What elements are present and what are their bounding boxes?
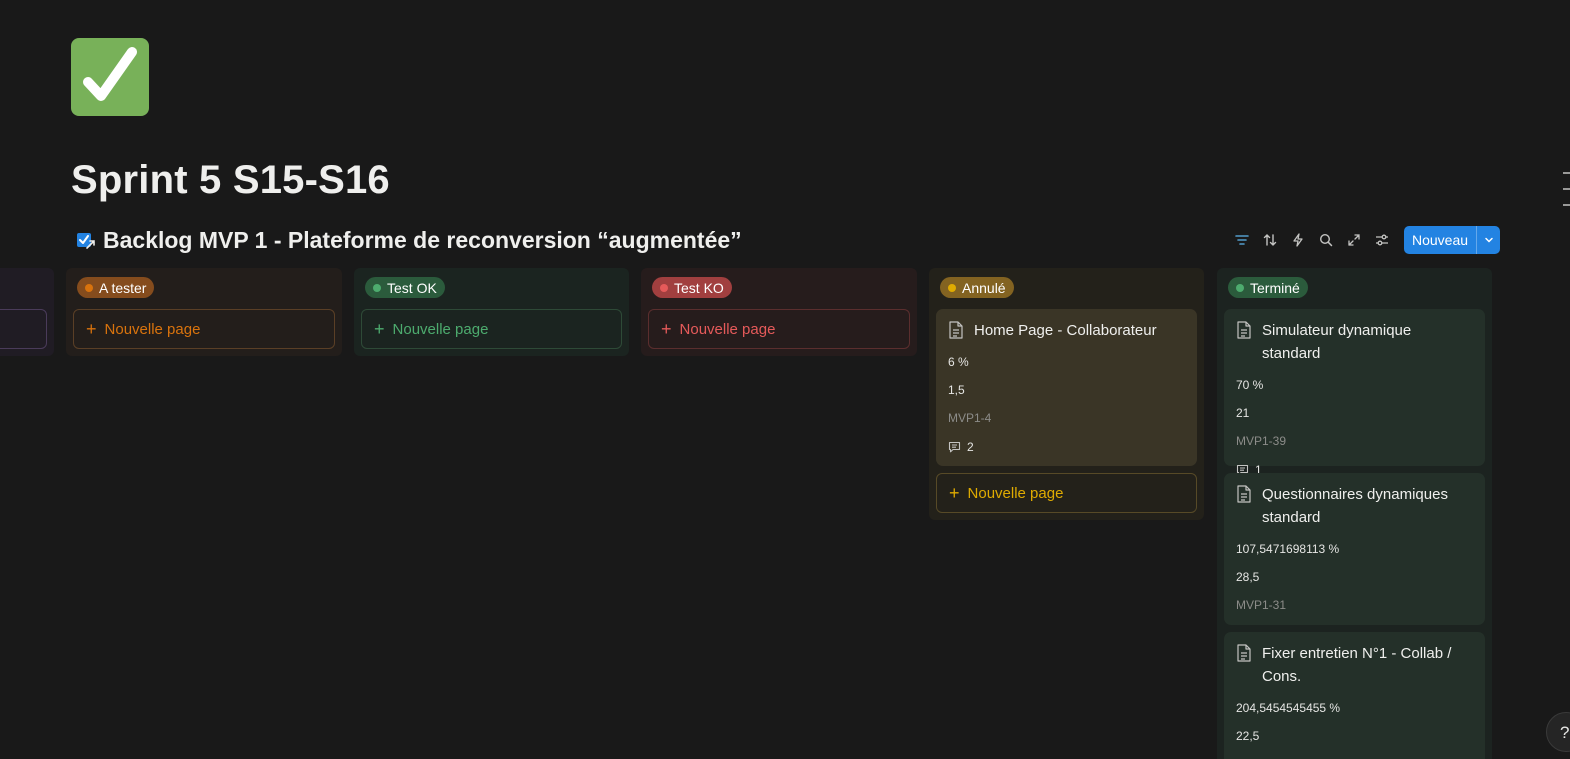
new-page-button[interactable]: + Nouvelle page bbox=[73, 309, 335, 349]
card-points: 21 bbox=[1236, 406, 1250, 420]
card-title: Fixer entretien N°1 - Collab / Cons. bbox=[1236, 642, 1473, 688]
help-button[interactable]: ? bbox=[1546, 712, 1570, 752]
card-title: Questionnaires dynamiques standard bbox=[1236, 483, 1473, 529]
document-icon bbox=[1237, 644, 1251, 662]
filter-icon[interactable] bbox=[1228, 226, 1256, 254]
linked-database-checkbox-icon bbox=[76, 230, 96, 250]
document-icon bbox=[1237, 321, 1251, 339]
new-page-label: Nouvelle page bbox=[967, 484, 1064, 502]
card-points: 1,5 bbox=[948, 383, 965, 397]
board-column-test-ok: Test OK + Nouvelle page bbox=[354, 268, 629, 356]
column-header: Terminé bbox=[1217, 268, 1492, 306]
status-dot bbox=[85, 283, 93, 292]
plus-icon: + bbox=[86, 319, 97, 339]
card-id: MVP1-4 bbox=[948, 411, 992, 425]
column-header: Test OK bbox=[354, 268, 629, 306]
check-mark-icon[interactable] bbox=[71, 38, 149, 116]
search-icon[interactable] bbox=[1312, 226, 1340, 254]
status-label: A tester bbox=[99, 279, 147, 296]
database-title[interactable]: Backlog MVP 1 - Plateforme de reconversi… bbox=[103, 227, 742, 254]
status-label: Test KO bbox=[674, 279, 724, 296]
plus-icon: + bbox=[949, 483, 960, 503]
status-dot bbox=[1236, 283, 1244, 292]
sidebar-toggle-icon[interactable] bbox=[1563, 172, 1570, 206]
new-page-label: Nouvelle page bbox=[104, 320, 201, 338]
board-column-test-ko: Test KO + Nouvelle page bbox=[641, 268, 917, 356]
column-header: Annulé bbox=[929, 268, 1204, 306]
database-header: Backlog MVP 1 - Plateforme de reconversi… bbox=[76, 224, 742, 256]
settings-icon[interactable] bbox=[1368, 226, 1396, 254]
card-id: MVP1-39 bbox=[1236, 434, 1287, 448]
card-title: Home Page - Collaborateur bbox=[948, 319, 1185, 342]
card-title: Simulateur dynamique standard bbox=[1236, 319, 1473, 365]
card-id: MVP1-31 bbox=[1236, 598, 1287, 612]
new-page-label: Nouvelle page bbox=[679, 320, 776, 338]
status-label: Test OK bbox=[387, 279, 437, 296]
card-progress: 6 % bbox=[948, 355, 969, 369]
card-title-text: Fixer entretien N°1 - Collab / Cons. bbox=[1262, 645, 1452, 685]
board-card[interactable]: Fixer entretien N°1 - Collab / Cons. 204… bbox=[1224, 632, 1485, 759]
new-page-label: Nouvelle page bbox=[392, 320, 489, 338]
board-column-annule: Annulé Home Page - Collaborateur 6 % 1,5… bbox=[929, 268, 1204, 520]
board-column-purple bbox=[0, 268, 54, 356]
document-icon bbox=[949, 321, 963, 339]
page-title[interactable]: Sprint 5 S15-S16 bbox=[71, 155, 390, 205]
document-icon bbox=[1237, 485, 1251, 503]
board-column-a-tester: A tester + Nouvelle page bbox=[66, 268, 342, 356]
new-button-label[interactable]: Nouveau bbox=[1404, 226, 1476, 254]
plus-icon: + bbox=[374, 319, 385, 339]
status-dot bbox=[373, 283, 381, 292]
card-points: 28,5 bbox=[1236, 570, 1260, 584]
card-title-text: Simulateur dynamique standard bbox=[1262, 322, 1412, 362]
new-button: Nouveau bbox=[1404, 226, 1501, 254]
new-page-button[interactable]: + Nouvelle page bbox=[361, 309, 622, 349]
page: Sprint 5 S15-S16 Backlog MVP 1 - Platefo… bbox=[0, 0, 1570, 759]
column-header bbox=[0, 268, 54, 306]
chevron-down-icon[interactable] bbox=[1476, 226, 1500, 254]
status-badge[interactable]: Annulé bbox=[940, 277, 1014, 298]
card-title-text: Questionnaires dynamiques standard bbox=[1262, 486, 1448, 526]
card-id: MVP1-3 bbox=[1236, 750, 1473, 759]
board-card[interactable]: Simulateur dynamique standard 70 % 21 MV… bbox=[1224, 309, 1485, 477]
status-badge[interactable]: Terminé bbox=[1228, 277, 1308, 298]
plus-icon: + bbox=[661, 319, 672, 339]
board-card[interactable]: Home Page - Collaborateur 6 % 1,5 MVP1-4… bbox=[936, 309, 1197, 466]
board-card[interactable]: Questionnaires dynamiques standard 107,5… bbox=[1224, 473, 1485, 625]
card-points: 22,5 bbox=[1236, 729, 1260, 743]
status-label: Annulé bbox=[962, 279, 1006, 296]
new-page-button[interactable] bbox=[0, 309, 47, 349]
sort-icon[interactable] bbox=[1256, 226, 1284, 254]
status-label: Terminé bbox=[1250, 279, 1300, 296]
card-title-text: Home Page - Collaborateur bbox=[974, 322, 1157, 339]
status-dot bbox=[948, 283, 956, 292]
new-page-button[interactable]: + Nouvelle page bbox=[936, 473, 1197, 513]
automation-icon[interactable] bbox=[1284, 226, 1312, 254]
column-header: Test KO bbox=[641, 268, 917, 306]
comment-count: 2 bbox=[967, 440, 974, 454]
card-progress: 70 % bbox=[1236, 378, 1264, 392]
new-page-button[interactable]: + Nouvelle page bbox=[648, 309, 910, 349]
card-comments: 2 bbox=[948, 432, 1185, 462]
expand-icon[interactable] bbox=[1340, 226, 1368, 254]
status-dot bbox=[660, 283, 668, 292]
status-badge[interactable]: Test OK bbox=[365, 277, 445, 298]
status-badge[interactable]: Test KO bbox=[652, 277, 732, 298]
comment-icon bbox=[948, 441, 961, 453]
database-toolbar: Nouveau bbox=[1228, 226, 1501, 254]
board-column-termine: Terminé Simulateur dynamique standard 70… bbox=[1217, 268, 1492, 759]
status-badge[interactable]: A tester bbox=[77, 277, 155, 298]
column-header: A tester bbox=[66, 268, 342, 306]
card-progress: 204,5454545455 % bbox=[1236, 701, 1341, 715]
card-progress: 107,5471698113 % bbox=[1236, 542, 1340, 556]
